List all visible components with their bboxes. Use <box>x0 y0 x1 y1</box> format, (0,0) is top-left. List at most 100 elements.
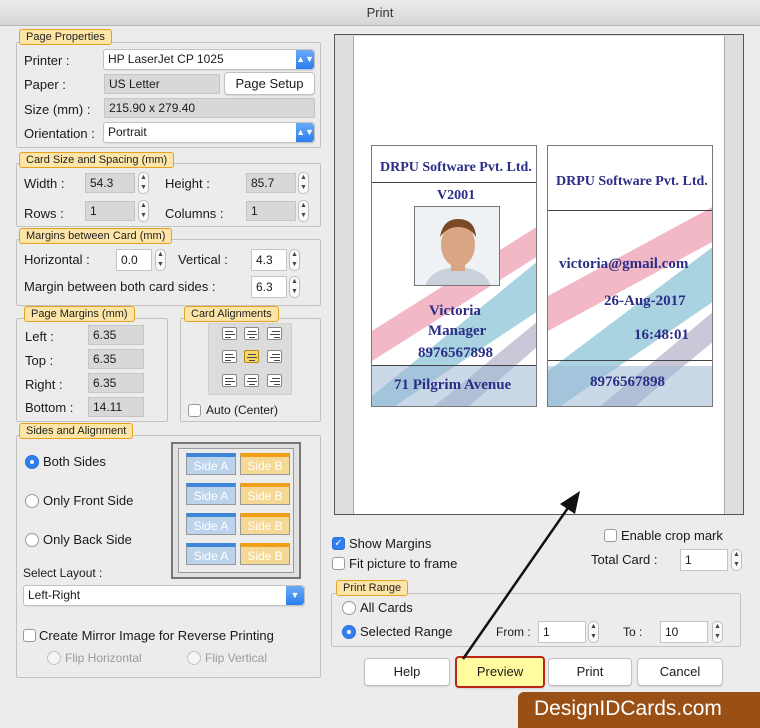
flip-vertical-label: Flip Vertical <box>205 651 268 665</box>
flip-horizontal-label: Flip Horizontal <box>65 651 142 665</box>
height-stepper[interactable]: ▲ ▼ <box>298 172 309 194</box>
from-stepper[interactable]: ▲ ▼ <box>588 621 599 643</box>
page-setup-button[interactable]: Page Setup <box>224 72 315 95</box>
align-top-center-icon[interactable] <box>244 327 259 340</box>
margin-both-field[interactable]: 6.3 <box>251 276 287 298</box>
selected-range-radio[interactable] <box>342 625 356 639</box>
height-field[interactable]: 85.7 <box>246 173 296 193</box>
top-margin-field[interactable]: 6.35 <box>88 349 144 369</box>
cancel-button[interactable]: Cancel <box>637 658 723 686</box>
side-b-tile: Side B <box>240 453 290 475</box>
orientation-select[interactable]: Portrait ▲▼ <box>103 122 315 143</box>
printer-select[interactable]: HP LaserJet CP 1025 ▲▼ <box>103 49 315 70</box>
help-button[interactable]: Help <box>364 658 450 686</box>
from-label: From : <box>496 625 531 639</box>
rows-field[interactable]: 1 <box>85 201 135 221</box>
to-label: To : <box>623 625 643 639</box>
bottom-margin-field[interactable]: 14.11 <box>88 397 144 417</box>
card-front-bottom-line <box>372 365 536 366</box>
window-title: Print <box>0 0 760 26</box>
to-stepper[interactable]: ▲ ▼ <box>712 621 723 643</box>
align-middle-left-icon[interactable] <box>222 350 237 363</box>
show-margins-label: Show Margins <box>349 536 432 551</box>
right-margin-label: Right : <box>25 377 63 392</box>
margin-both-stepper[interactable]: ▲ ▼ <box>289 276 300 298</box>
horizontal-stepper[interactable]: ▲ ▼ <box>155 249 166 271</box>
layout-select[interactable]: Left-Right ▼ <box>23 585 305 606</box>
crop-mark-checkbox[interactable] <box>604 529 617 542</box>
align-bottom-left-icon[interactable] <box>222 374 237 387</box>
align-bottom-center-icon[interactable] <box>244 374 259 387</box>
card-size-legend: Card Size and Spacing (mm) <box>19 152 175 168</box>
chevron-down-icon: ▼ <box>286 586 304 605</box>
left-margin-field[interactable]: 6.35 <box>88 325 144 345</box>
card-back-date: 26-Aug-2017 <box>604 293 686 309</box>
side-a-tile: Side A <box>186 543 236 565</box>
side-b-tile: Side B <box>240 483 290 505</box>
all-cards-radio[interactable] <box>342 601 356 615</box>
total-card-field[interactable]: 1 <box>680 549 728 571</box>
vertical-field[interactable]: 4.3 <box>251 249 287 271</box>
watermark-text: DesignIDCards.com <box>534 697 722 720</box>
horizontal-field[interactable]: 0.0 <box>116 249 152 271</box>
card-photo <box>414 206 500 286</box>
preview-button[interactable]: Preview <box>455 656 545 688</box>
card-back-phone: 8976567898 <box>590 374 665 390</box>
back-side-label: Only Back Side <box>43 532 132 547</box>
selected-range-label: Selected Range <box>360 624 453 639</box>
width-stepper[interactable]: ▲ ▼ <box>138 172 149 194</box>
align-top-left-icon[interactable] <box>222 327 237 340</box>
print-button[interactable]: Print <box>548 658 632 686</box>
to-field[interactable]: 10 <box>660 621 708 643</box>
rows-label: Rows : <box>24 206 64 221</box>
rows-stepper[interactable]: ▲ ▼ <box>138 200 149 222</box>
align-middle-right-icon[interactable] <box>267 350 282 363</box>
side-b-tile: Side B <box>240 543 290 565</box>
align-middle-center-icon[interactable] <box>244 350 259 363</box>
front-side-radio[interactable] <box>25 494 39 508</box>
side-a-tile: Side A <box>186 483 236 505</box>
card-front-id: V2001 <box>437 188 476 203</box>
align-top-right-icon[interactable] <box>267 327 282 340</box>
both-sides-label: Both Sides <box>43 454 106 469</box>
person-photo-icon <box>415 207 499 285</box>
margin-both-label: Margin between both card sides : <box>24 279 216 294</box>
fit-picture-label: Fit picture to frame <box>349 556 458 571</box>
height-label: Height : <box>165 176 210 191</box>
width-field[interactable]: 54.3 <box>85 173 135 193</box>
all-cards-label: All Cards <box>360 600 413 615</box>
align-bottom-right-icon[interactable] <box>267 374 282 387</box>
columns-stepper[interactable]: ▲ ▼ <box>298 200 309 222</box>
flip-vertical-radio[interactable] <box>187 651 201 665</box>
printer-label: Printer : <box>24 53 70 68</box>
card-back-company: DRPU Software Pvt. Ltd. <box>556 174 708 189</box>
print-dialog: Print Page Properties Printer : HP Laser… <box>0 0 760 728</box>
show-margins-checkbox[interactable]: ✓ <box>332 537 345 550</box>
side-b-tile: Side B <box>240 513 290 535</box>
card-back-preview: DRPU Software Pvt. Ltd. victoria@gmail.c… <box>547 145 713 407</box>
margins-card-legend: Margins between Card (mm) <box>19 228 173 244</box>
print-range-legend: Print Range <box>336 580 409 596</box>
columns-field[interactable]: 1 <box>246 201 296 221</box>
right-margin-field[interactable]: 6.35 <box>88 373 144 393</box>
card-alignments-legend: Card Alignments <box>184 306 279 322</box>
card-front-phone: 8976567898 <box>418 345 493 361</box>
card-back-email: victoria@gmail.com <box>559 256 689 272</box>
from-field[interactable]: 1 <box>538 621 586 643</box>
total-card-label: Total Card : <box>591 552 658 567</box>
columns-label: Columns : <box>165 206 224 221</box>
back-side-radio[interactable] <box>25 533 39 547</box>
card-front-top-line <box>372 182 536 183</box>
fit-picture-checkbox[interactable] <box>332 557 345 570</box>
card-front-role: Manager <box>428 323 487 339</box>
vertical-stepper[interactable]: ▲ ▼ <box>289 249 300 271</box>
mirror-checkbox[interactable] <box>23 629 36 642</box>
flip-horizontal-radio[interactable] <box>47 651 61 665</box>
both-sides-radio[interactable] <box>25 455 39 469</box>
size-field: 215.90 x 279.40 <box>104 98 315 118</box>
chevron-updown-icon: ▲▼ <box>296 50 314 69</box>
total-card-stepper[interactable]: ▲ ▼ <box>731 549 742 571</box>
orientation-value: Portrait <box>108 125 147 139</box>
auto-center-checkbox[interactable] <box>188 404 201 417</box>
horizontal-label: Horizontal : <box>24 252 90 267</box>
